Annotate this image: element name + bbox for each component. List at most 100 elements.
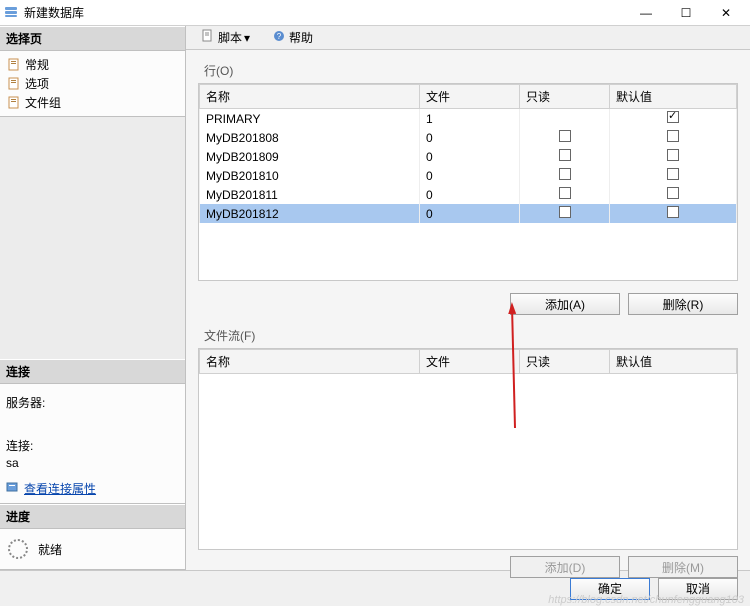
svg-text:?: ? bbox=[277, 32, 282, 41]
cell-readonly[interactable] bbox=[520, 166, 610, 185]
content-pane: 脚本 ▾ ? 帮助 行(O) 名称 文件 bbox=[186, 26, 750, 570]
cell-file[interactable]: 0 bbox=[420, 128, 520, 147]
cancel-button[interactable]: 取消 bbox=[658, 578, 738, 600]
col-file-header[interactable]: 文件 bbox=[420, 350, 520, 374]
cell-readonly[interactable] bbox=[520, 128, 610, 147]
sidebar-item-filegroups[interactable]: 文件组 bbox=[2, 93, 183, 112]
page-icon bbox=[6, 58, 22, 72]
cell-name[interactable]: MyDB201812 bbox=[200, 204, 420, 223]
conn-label: 连接: bbox=[6, 437, 179, 454]
rows-group: 名称 文件 只读 默认值 PRIMARY1MyDB2018080MyDB2018… bbox=[198, 83, 738, 281]
dropdown-arrow-icon: ▾ bbox=[244, 31, 254, 45]
default-checkbox[interactable] bbox=[667, 206, 679, 218]
table-row[interactable]: MyDB2018080 bbox=[200, 128, 737, 147]
connection-header: 连接 bbox=[0, 359, 185, 384]
filestream-group: 名称 文件 只读 默认值 bbox=[198, 348, 738, 550]
add-filegroup-button[interactable]: 添加(A) bbox=[510, 293, 620, 315]
default-checkbox[interactable] bbox=[667, 168, 679, 180]
toolbar: 脚本 ▾ ? 帮助 bbox=[186, 26, 750, 50]
progress-status: 就绪 bbox=[38, 541, 62, 558]
cell-file[interactable]: 1 bbox=[420, 109, 520, 129]
table-row[interactable]: MyDB2018090 bbox=[200, 147, 737, 166]
sidebar-item-general[interactable]: 常规 bbox=[2, 55, 183, 74]
close-button[interactable]: ✕ bbox=[706, 2, 746, 24]
cell-file[interactable]: 0 bbox=[420, 204, 520, 223]
col-default-header[interactable]: 默认值 bbox=[610, 85, 737, 109]
view-connection-properties-link[interactable]: 查看连接属性 bbox=[6, 480, 179, 497]
cell-name[interactable]: MyDB201811 bbox=[200, 185, 420, 204]
col-name-header[interactable]: 名称 bbox=[200, 85, 420, 109]
select-page-header: 选择页 bbox=[0, 26, 185, 51]
window-controls: — ☐ ✕ bbox=[626, 2, 746, 24]
script-label: 脚本 bbox=[218, 29, 242, 46]
script-button[interactable]: 脚本 ▾ bbox=[194, 26, 261, 49]
cell-default[interactable] bbox=[610, 147, 737, 166]
help-label: 帮助 bbox=[289, 29, 313, 46]
remove-filestream-button[interactable]: 删除(M) bbox=[628, 556, 738, 578]
minimize-button[interactable]: — bbox=[626, 2, 666, 24]
cell-file[interactable]: 0 bbox=[420, 147, 520, 166]
cell-name[interactable]: PRIMARY bbox=[200, 109, 420, 129]
default-checkbox[interactable] bbox=[667, 111, 679, 123]
cell-name[interactable]: MyDB201809 bbox=[200, 147, 420, 166]
readonly-checkbox[interactable] bbox=[559, 149, 571, 161]
readonly-checkbox[interactable] bbox=[559, 168, 571, 180]
sidebar: 选择页 常规 选项 文件组 连接 服务器: bbox=[0, 26, 186, 570]
page-icon bbox=[6, 77, 22, 91]
col-default-header[interactable]: 默认值 bbox=[610, 350, 737, 374]
readonly-checkbox[interactable] bbox=[559, 130, 571, 142]
filestream-table[interactable]: 名称 文件 只读 默认值 bbox=[199, 349, 737, 374]
cell-readonly[interactable] bbox=[520, 204, 610, 223]
sidebar-item-label: 文件组 bbox=[25, 94, 61, 111]
default-checkbox[interactable] bbox=[667, 130, 679, 142]
rows-group-label: 行(O) bbox=[198, 58, 738, 83]
sidebar-item-label: 选项 bbox=[25, 75, 49, 92]
help-icon: ? bbox=[272, 29, 286, 46]
add-filestream-button[interactable]: 添加(D) bbox=[510, 556, 620, 578]
page-icon bbox=[6, 96, 22, 110]
cell-default[interactable] bbox=[610, 128, 737, 147]
sidebar-item-label: 常规 bbox=[25, 56, 49, 73]
filestream-group-label: 文件流(F) bbox=[198, 323, 738, 348]
window-title: 新建数据库 bbox=[24, 4, 626, 21]
remove-filegroup-button[interactable]: 删除(R) bbox=[628, 293, 738, 315]
app-icon bbox=[4, 5, 20, 21]
col-file-header[interactable]: 文件 bbox=[420, 85, 520, 109]
cell-readonly[interactable] bbox=[520, 109, 610, 129]
default-checkbox[interactable] bbox=[667, 149, 679, 161]
cell-readonly[interactable] bbox=[520, 185, 610, 204]
progress-spinner-icon bbox=[8, 539, 28, 559]
cell-default[interactable] bbox=[610, 185, 737, 204]
server-label: 服务器: bbox=[6, 394, 179, 411]
properties-icon bbox=[6, 480, 20, 497]
help-button[interactable]: ? 帮助 bbox=[265, 26, 320, 49]
cell-default[interactable] bbox=[610, 204, 737, 223]
table-row[interactable]: MyDB2018120 bbox=[200, 204, 737, 223]
table-row[interactable]: PRIMARY1 bbox=[200, 109, 737, 129]
cell-readonly[interactable] bbox=[520, 147, 610, 166]
filegroups-table[interactable]: 名称 文件 只读 默认值 PRIMARY1MyDB2018080MyDB2018… bbox=[199, 84, 737, 223]
server-value bbox=[6, 413, 179, 427]
view-props-label: 查看连接属性 bbox=[24, 480, 96, 497]
cell-name[interactable]: MyDB201808 bbox=[200, 128, 420, 147]
script-icon bbox=[201, 29, 215, 46]
cell-default[interactable] bbox=[610, 166, 737, 185]
readonly-checkbox[interactable] bbox=[559, 187, 571, 199]
cell-file[interactable]: 0 bbox=[420, 166, 520, 185]
sidebar-item-options[interactable]: 选项 bbox=[2, 74, 183, 93]
titlebar: 新建数据库 — ☐ ✕ bbox=[0, 0, 750, 26]
table-row[interactable]: MyDB2018100 bbox=[200, 166, 737, 185]
default-checkbox[interactable] bbox=[667, 187, 679, 199]
cell-default[interactable] bbox=[610, 109, 737, 129]
progress-header: 进度 bbox=[0, 504, 185, 529]
col-readonly-header[interactable]: 只读 bbox=[520, 350, 610, 374]
cell-name[interactable]: MyDB201810 bbox=[200, 166, 420, 185]
maximize-button[interactable]: ☐ bbox=[666, 2, 706, 24]
ok-button[interactable]: 确定 bbox=[570, 578, 650, 600]
readonly-checkbox[interactable] bbox=[559, 206, 571, 218]
conn-value: sa bbox=[6, 456, 179, 470]
cell-file[interactable]: 0 bbox=[420, 185, 520, 204]
col-name-header[interactable]: 名称 bbox=[200, 350, 420, 374]
table-row[interactable]: MyDB2018110 bbox=[200, 185, 737, 204]
col-readonly-header[interactable]: 只读 bbox=[520, 85, 610, 109]
